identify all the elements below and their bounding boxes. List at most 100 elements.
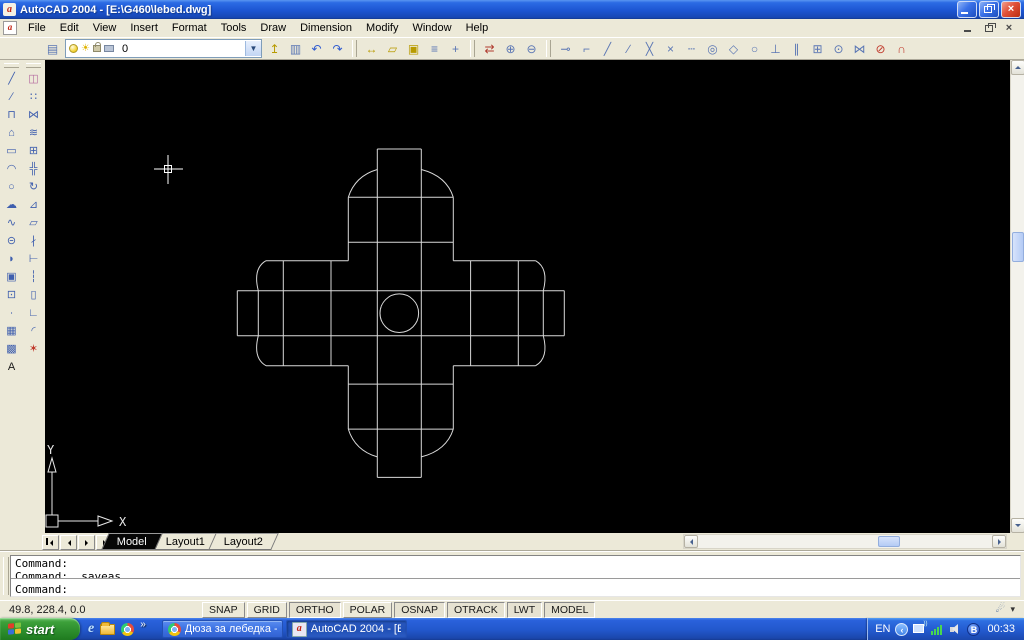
internet-explorer-icon[interactable]: e — [88, 622, 94, 636]
snap-endpoint-button[interactable]: ╱ — [597, 39, 618, 59]
signal-strength-icon[interactable] — [931, 624, 945, 635]
snap-extension-button[interactable]: ┄ — [681, 39, 702, 59]
mirror-button[interactable]: ⋈ — [24, 106, 43, 124]
circle-button[interactable]: ○ — [2, 178, 21, 196]
chrome-icon[interactable] — [121, 622, 135, 636]
rotate-button[interactable]: ↻ — [24, 178, 43, 196]
scroll-up-button[interactable] — [1011, 60, 1024, 75]
scroll-left-button[interactable] — [684, 535, 698, 548]
menu-dimension[interactable]: Dimension — [293, 19, 359, 37]
taskbar-task-autocad[interactable]: aAutoCAD 2004 - [E:\... — [285, 620, 407, 638]
toolbar-grip[interactable] — [352, 40, 357, 57]
overflow-chevron-icon[interactable]: » — [140, 620, 146, 630]
toggle-lwt[interactable]: LWT — [506, 601, 543, 618]
tab-nav-first-button[interactable] — [42, 535, 59, 550]
zoom-previous-button[interactable]: ⊖ — [521, 39, 542, 59]
toggle-osnap[interactable]: OSNAP — [394, 601, 445, 618]
hide-icons-chevron-icon[interactable]: ‹ — [895, 622, 909, 636]
fillet-button[interactable]: ◜ — [24, 322, 43, 340]
ellipse-arc-button[interactable]: ◗ — [2, 250, 21, 268]
stretch-button[interactable]: ▱ — [24, 214, 43, 232]
break-button[interactable]: ▯ — [24, 286, 43, 304]
toggle-grid[interactable]: GRID — [246, 601, 287, 618]
scroll-down-button[interactable] — [1011, 518, 1024, 533]
undo-button[interactable]: ↶ — [306, 39, 327, 59]
command-window-grip[interactable] — [3, 557, 9, 595]
snap-node-button[interactable]: ⊙ — [828, 39, 849, 59]
break-at-point-button[interactable]: ┆ — [24, 268, 43, 286]
list-button[interactable]: ≡ — [424, 39, 445, 59]
menu-file[interactable]: File — [21, 19, 53, 37]
menu-help[interactable]: Help — [459, 19, 496, 37]
area-button[interactable]: ▱ — [382, 39, 403, 59]
tab-nav-next-button[interactable] — [78, 535, 95, 550]
drawing-canvas[interactable]: YX — [45, 60, 1010, 533]
revision-cloud-button[interactable]: ☁ — [2, 196, 21, 214]
toggle-model[interactable]: MODEL — [544, 601, 596, 618]
erase-button[interactable]: ◫ — [24, 70, 43, 88]
snap-none-button[interactable]: ⊘ — [870, 39, 891, 59]
toggle-otrack[interactable]: OTRACK — [446, 601, 505, 618]
temporary-track-point-button[interactable]: ⊸ — [555, 39, 576, 59]
network-monitor-icon[interactable] — [913, 621, 927, 634]
rectangle-button[interactable]: ▭ — [2, 142, 21, 160]
menu-insert[interactable]: Insert — [123, 19, 165, 37]
snap-intersection-button[interactable]: ╳ — [639, 39, 660, 59]
offset-button[interactable]: ≋ — [24, 124, 43, 142]
restore-button[interactable] — [979, 1, 999, 18]
polyline-button[interactable]: ⊓ — [2, 106, 21, 124]
region-button[interactable]: ▩ — [2, 340, 21, 358]
vertical-scroll-thumb[interactable] — [1012, 232, 1024, 262]
menu-draw[interactable]: Draw — [253, 19, 293, 37]
tab-layout2[interactable]: Layout2 — [208, 533, 280, 550]
copy-button[interactable]: ∷ — [24, 88, 43, 106]
ellipse-button[interactable]: ⊝ — [2, 232, 21, 250]
command-text-area[interactable]: Command: Command: _saveas Command: — [10, 555, 1021, 597]
mass-properties-button[interactable]: ▣ — [403, 39, 424, 59]
layer-previous-button[interactable]: ▥ — [285, 39, 306, 59]
menu-tools[interactable]: Tools — [214, 19, 254, 37]
menu-window[interactable]: Window — [405, 19, 458, 37]
layer-dropdown[interactable]: ☀ 0 ▼ — [65, 39, 262, 58]
tab-nav-prev-button[interactable] — [60, 535, 77, 550]
tab-model[interactable]: Model — [101, 533, 163, 550]
snap-quadrant-button[interactable]: ◇ — [723, 39, 744, 59]
arc-button[interactable]: ◠ — [2, 160, 21, 178]
chevron-down-icon[interactable]: ▼ — [245, 41, 261, 56]
scale-button[interactable]: ⊿ — [24, 196, 43, 214]
osnap-settings-button[interactable]: ∩ — [891, 39, 912, 59]
horizontal-scrollbar[interactable] — [683, 534, 1007, 549]
toggle-snap[interactable]: SNAP — [202, 601, 245, 618]
command-prompt-row[interactable]: Command: — [11, 579, 1020, 596]
child-close-button[interactable]: × — [1002, 22, 1016, 34]
snap-insert-button[interactable]: ⊞ — [807, 39, 828, 59]
snap-parallel-button[interactable]: ∥ — [786, 39, 807, 59]
polygon-button[interactable]: ⌂ — [2, 124, 21, 142]
snap-center-button[interactable]: ◎ — [702, 39, 723, 59]
make-block-button[interactable]: ⊡ — [2, 286, 21, 304]
folder-icon[interactable] — [100, 621, 116, 635]
toolbar-grip[interactable] — [546, 40, 551, 57]
menu-edit[interactable]: Edit — [53, 19, 86, 37]
layer-properties-manager-button[interactable]: ▤ — [42, 39, 63, 59]
horizontal-scroll-thumb[interactable] — [878, 536, 900, 547]
toolbar-grip[interactable] — [4, 63, 19, 68]
child-restore-button[interactable] — [982, 22, 996, 34]
move-button[interactable]: ╬ — [24, 160, 43, 178]
distance-button[interactable]: ↔ — [361, 39, 382, 59]
child-minimize-button[interactable] — [962, 22, 976, 34]
insert-block-button[interactable]: ▣ — [2, 268, 21, 286]
minimize-button[interactable] — [957, 1, 977, 18]
snap-apparent-intersection-button[interactable]: × — [660, 39, 681, 59]
menu-format[interactable]: Format — [165, 19, 214, 37]
multiline-text-button[interactable]: A — [2, 358, 21, 376]
statusbar-menu-arrow-icon[interactable]: ▾ — [1010, 604, 1015, 615]
start-button[interactable]: start — [0, 618, 80, 640]
snap-tangent-button[interactable]: ○ — [744, 39, 765, 59]
vertical-scrollbar[interactable] — [1010, 60, 1024, 533]
snap-from-button[interactable]: ⌐ — [576, 39, 597, 59]
construction-line-button[interactable]: ∕ — [2, 88, 21, 106]
volume-icon[interactable] — [950, 623, 962, 635]
hatch-button[interactable]: ▦ — [2, 322, 21, 340]
snap-perpendicular-button[interactable]: ⊥ — [765, 39, 786, 59]
